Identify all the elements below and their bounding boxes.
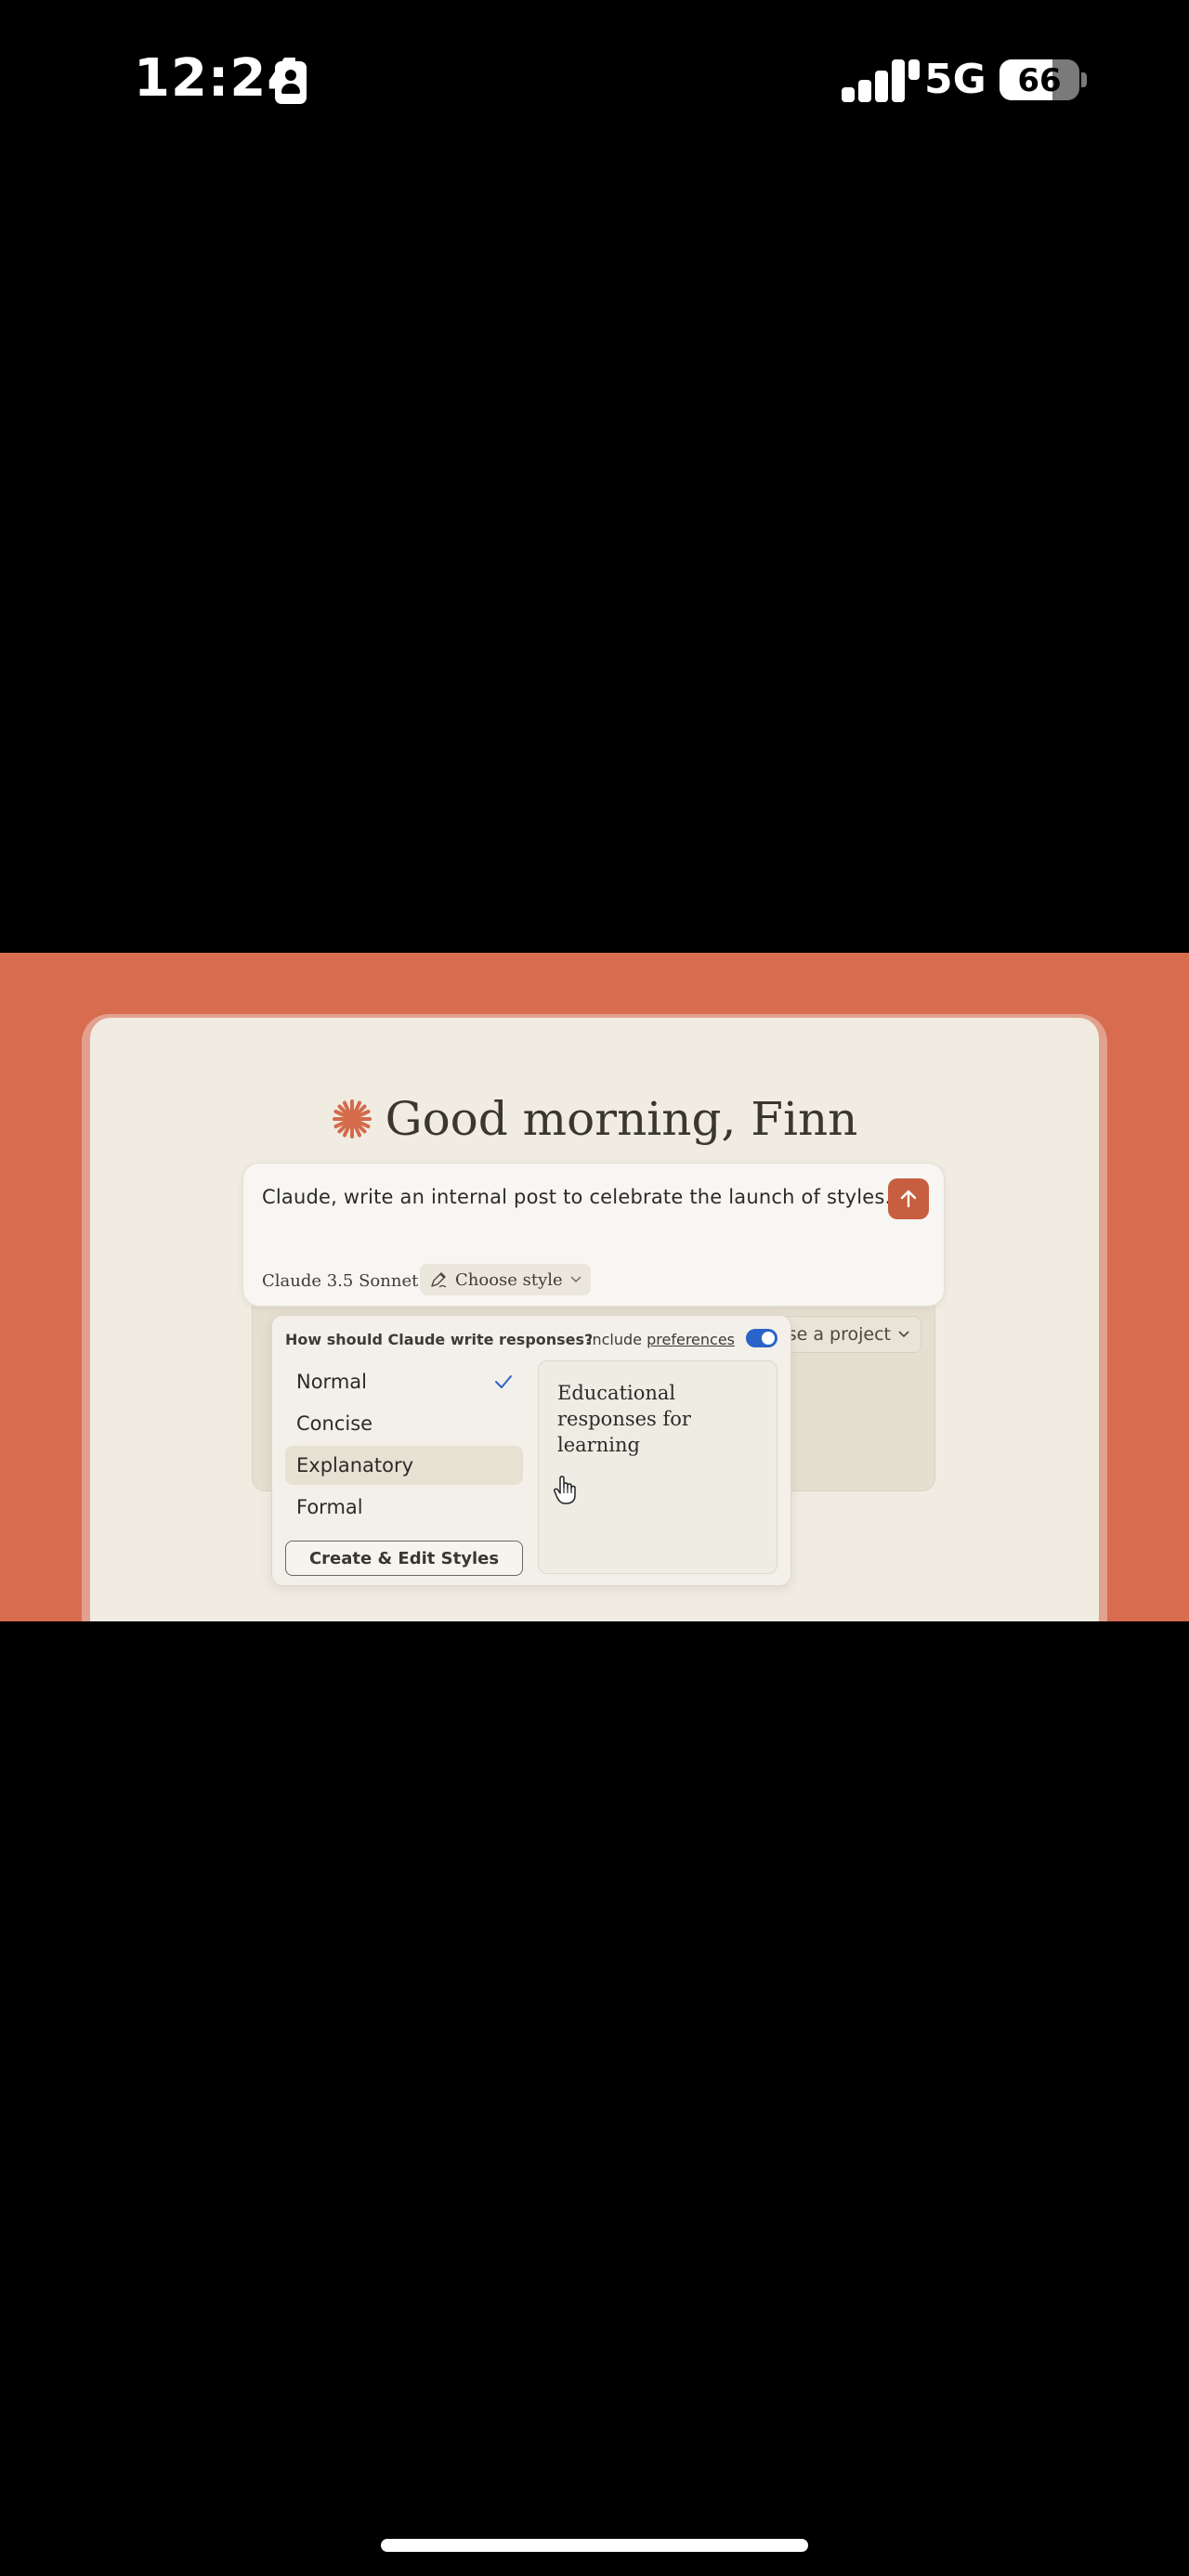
status-bar: 12:24 5G 66 (0, 0, 1189, 158)
choose-style-button[interactable]: Choose style (420, 1264, 591, 1295)
network-type: 5G (924, 56, 986, 103)
greeting-text: Good morning, Finn (385, 1092, 858, 1146)
style-menu: How should Claude write responses? Inclu… (271, 1315, 791, 1586)
battery-icon: 66 (1000, 59, 1079, 100)
style-menu-question: How should Claude write responses? (285, 1331, 594, 1348)
checkmark-icon (495, 1375, 512, 1388)
style-option-label: Normal (296, 1371, 367, 1393)
model-label: Claude 3.5 Sonnet (262, 1271, 419, 1291)
arrow-up-icon (900, 1190, 917, 1208)
style-option-concise[interactable]: Concise (285, 1404, 523, 1443)
greeting: Good morning, Finn (90, 1092, 1099, 1146)
message-composer[interactable]: Claude, write an internal post to celebr… (242, 1163, 945, 1307)
style-option-label: Formal (296, 1496, 363, 1518)
contact-card-icon (275, 61, 307, 104)
choose-style-label: Choose style (455, 1269, 563, 1290)
style-option-label: Concise (296, 1412, 373, 1435)
battery-tip (1081, 72, 1087, 87)
claude-app-window: Good morning, Finn Use a project Claude,… (90, 1018, 1099, 1621)
style-option-formal[interactable]: Formal (285, 1488, 523, 1527)
style-option-label: Explanatory (296, 1454, 414, 1477)
style-preview-panel: Educational responses for learning (538, 1360, 777, 1574)
include-prefix: Include (587, 1331, 643, 1348)
include-preferences-toggle[interactable] (746, 1329, 777, 1347)
battery-percent: 66 (1017, 62, 1062, 99)
promo-banner: Good morning, Finn Use a project Claude,… (0, 953, 1189, 1621)
include-preferences: Include preferences (588, 1331, 735, 1348)
toggle-knob (762, 1332, 775, 1345)
pen-icon (431, 1272, 447, 1288)
style-option-normal[interactable]: Normal (285, 1362, 523, 1401)
model-selector[interactable]: Claude 3.5 Sonnet (262, 1271, 433, 1291)
chevron-down-icon (570, 1276, 581, 1282)
hand-pointer-cursor-icon (553, 1476, 576, 1504)
home-indicator[interactable] (381, 2539, 808, 2552)
use-project-label: Use a project (774, 1324, 891, 1345)
send-button[interactable] (888, 1178, 929, 1219)
preferences-link[interactable]: preferences (647, 1331, 735, 1348)
style-option-explanatory[interactable]: Explanatory (285, 1446, 523, 1485)
signal-strength-icon (842, 59, 920, 102)
prompt-text[interactable]: Claude, write an internal post to celebr… (262, 1186, 891, 1208)
create-edit-styles-button[interactable]: Create & Edit Styles (285, 1541, 523, 1576)
claude-spark-icon (332, 1099, 372, 1138)
style-preview-text: Educational responses for learning (557, 1382, 691, 1456)
chevron-down-icon (898, 1331, 909, 1338)
